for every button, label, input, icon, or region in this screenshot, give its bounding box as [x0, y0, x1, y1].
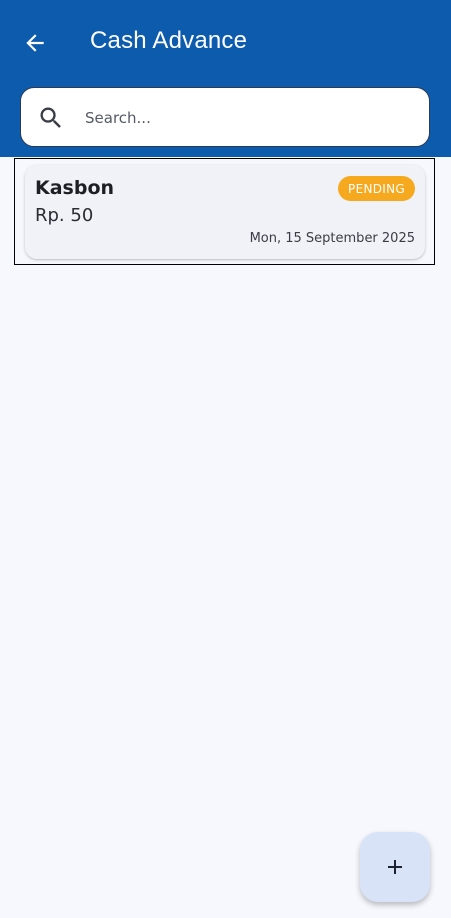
- back-button[interactable]: [14, 22, 56, 64]
- item-title: Kasbon: [35, 177, 115, 199]
- plus-icon: [388, 860, 402, 874]
- search-input[interactable]: [85, 102, 415, 134]
- search-icon: [40, 107, 61, 128]
- item-date: Mon, 15 September 2025: [249, 231, 415, 246]
- page-title: Cash Advance: [90, 27, 248, 54]
- status-badge: PENDING: [338, 176, 415, 201]
- list-item[interactable]: Kasbon Rp. 50 PENDING Mon, 15 September …: [25, 165, 425, 259]
- arrow-left-icon: [26, 34, 44, 52]
- item-amount: Rp. 50: [35, 205, 94, 226]
- search-bar[interactable]: [20, 87, 430, 147]
- app-screen: Cash Advance Kasbon Rp. 50 PENDING Mon, …: [0, 0, 451, 918]
- add-button[interactable]: [360, 832, 430, 902]
- app-bar: Cash Advance: [0, 0, 451, 157]
